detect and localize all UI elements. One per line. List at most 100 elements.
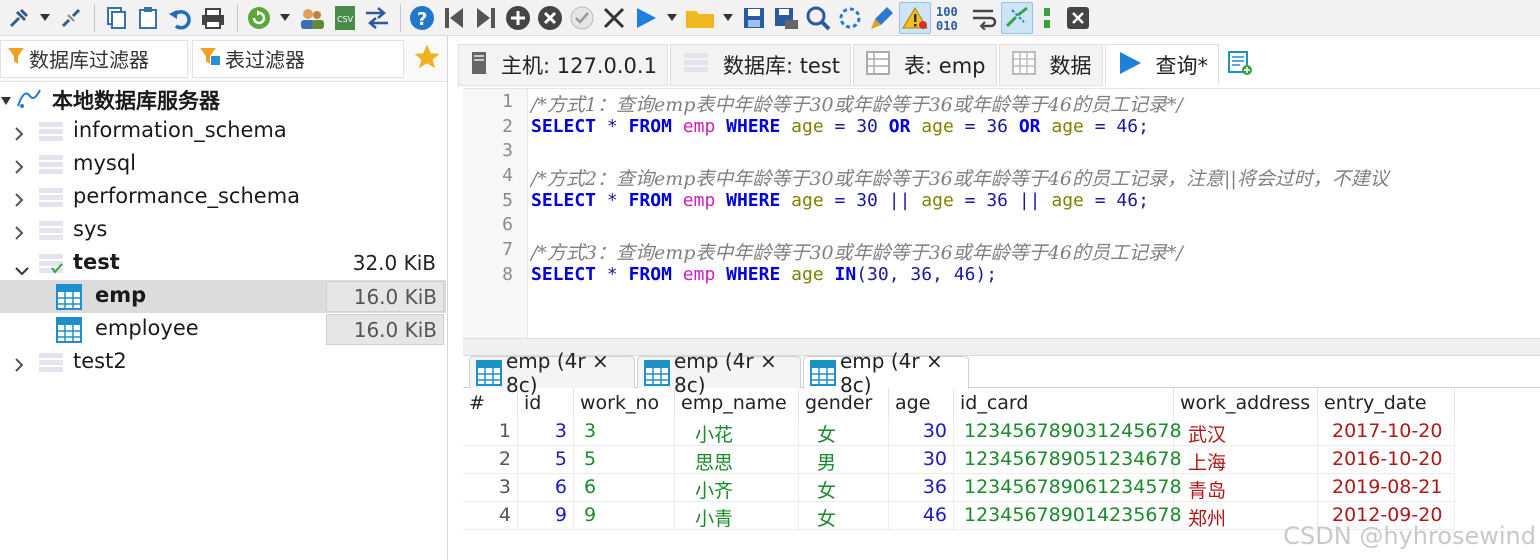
tree-db-test2[interactable]: test2 — [0, 346, 446, 379]
grid-cell-age[interactable]: 46 — [889, 502, 954, 530]
result-tab-3[interactable]: emp (4r × 8c) — [803, 349, 969, 397]
result-tab-2[interactable]: emp (4r × 8c) — [637, 349, 801, 397]
grid-header-age[interactable]: age — [889, 388, 954, 418]
dropdown-arrow-icon[interactable] — [36, 2, 54, 34]
refresh-icon[interactable] — [244, 2, 274, 34]
grid-row-number[interactable]: 2 — [463, 446, 518, 474]
tree-db-sys[interactable]: sys — [0, 214, 446, 247]
save-as-icon[interactable] — [771, 2, 801, 34]
grid-cell-entry-date[interactable]: 2016-10-20 — [1318, 446, 1455, 474]
grid-row-number[interactable]: 1 — [463, 418, 518, 446]
grid-cell-work-address[interactable]: 武汉 — [1174, 418, 1318, 446]
cancel-icon[interactable] — [599, 2, 629, 34]
grid-cell-gender[interactable]: 女 — [799, 418, 889, 446]
tree-db-information-schema[interactable]: information_schema — [0, 115, 446, 148]
grid-cell-id[interactable]: 9 — [518, 502, 574, 530]
grid-cell-gender[interactable]: 男 — [799, 446, 889, 474]
tab-table[interactable]: 表: emp — [853, 44, 997, 86]
format-icon[interactable] — [1035, 2, 1061, 34]
sql-editor[interactable]: 1 2 3 4 5 6 7 8 /*方式1：查询emp表中年龄等于30或年龄等于… — [463, 88, 1540, 339]
chevron-down-icon[interactable] — [14, 257, 30, 281]
database-filter-input[interactable]: 数据库过滤器 — [0, 39, 188, 78]
tab-database[interactable]: 数据库: test — [669, 44, 852, 86]
grid-header-work-no[interactable]: work_no — [574, 388, 675, 418]
grid-cell-age[interactable]: 30 — [889, 446, 954, 474]
grid-cell-id-card[interactable]: 123456789051234678 — [954, 446, 1182, 474]
disconnect-icon[interactable] — [56, 2, 86, 34]
grid-header-work-address[interactable]: work_address — [1174, 388, 1318, 418]
copy-icon[interactable] — [101, 2, 131, 34]
grid-cell-id[interactable]: 5 — [518, 446, 574, 474]
grid-cell-gender[interactable]: 女 — [799, 474, 889, 502]
grid-cell-emp-name[interactable]: 小花 — [675, 418, 799, 446]
result-tab-1[interactable]: emp (4r × 8c) — [469, 349, 635, 397]
sync-icon[interactable] — [362, 2, 392, 34]
grid-cell-id[interactable]: 3 — [518, 418, 574, 446]
tree-table-employee[interactable]: employee 16.0 KiB — [0, 313, 446, 346]
warning-icon[interactable] — [899, 1, 931, 34]
chevron-right-icon[interactable] — [14, 222, 24, 246]
dropdown-arrow-icon[interactable] — [276, 2, 294, 34]
expand-arrow-icon[interactable] — [0, 90, 12, 114]
undo-icon[interactable] — [165, 2, 195, 34]
help-icon[interactable]: ? — [407, 2, 437, 34]
user-manager-icon[interactable] — [296, 2, 328, 34]
grid-header-emp-name[interactable]: emp_name — [675, 388, 799, 418]
grid-cell-id-card[interactable]: 123456789014235678 — [954, 502, 1182, 530]
grid-cell-work-no[interactable]: 3 — [574, 418, 675, 446]
new-query-tab-button[interactable] — [1221, 44, 1259, 86]
tree-db-test[interactable]: test 32.0 KiB — [0, 247, 446, 280]
last-icon[interactable] — [471, 2, 501, 34]
csv-icon[interactable]: CSV — [330, 2, 360, 34]
chevron-right-icon[interactable] — [14, 156, 24, 180]
favorite-star-icon[interactable] — [412, 42, 442, 76]
clear-icon[interactable] — [867, 2, 897, 34]
chevron-right-icon[interactable] — [14, 123, 24, 147]
execute-icon[interactable] — [631, 2, 661, 34]
check-icon[interactable] — [567, 2, 597, 34]
grid-row-number[interactable]: 3 — [463, 474, 518, 502]
dropdown-arrow-icon[interactable] — [719, 2, 737, 34]
grid-cell-work-no[interactable]: 5 — [574, 446, 675, 474]
dropdown-arrow-icon[interactable] — [663, 2, 681, 34]
tree-table-emp[interactable]: emp 16.0 KiB — [0, 280, 446, 313]
first-icon[interactable] — [439, 2, 469, 34]
grid-cell-gender[interactable]: 女 — [799, 502, 889, 530]
grid-cell-work-address[interactable]: 上海 — [1174, 446, 1318, 474]
tab-query[interactable]: 查询* — [1104, 44, 1220, 86]
binary-icon[interactable]: 100 010 — [933, 2, 967, 34]
grid-cell-work-address[interactable]: 青岛 — [1174, 474, 1318, 502]
grid-header-id[interactable]: id — [518, 388, 574, 418]
tab-data[interactable]: 数据 — [998, 44, 1103, 86]
connect-icon[interactable] — [4, 2, 34, 34]
grid-header-gender[interactable]: gender — [799, 388, 889, 418]
chevron-right-icon[interactable] — [14, 354, 24, 378]
tree-db-performance-schema[interactable]: performance_schema — [0, 181, 446, 214]
grid-header-entry-date[interactable]: entry_date — [1318, 388, 1455, 418]
search-icon[interactable] — [803, 2, 833, 34]
link-icon[interactable] — [1001, 1, 1033, 34]
grid-cell-id-card[interactable]: 123456789031245678 — [954, 418, 1182, 446]
tab-host[interactable]: 主机: 127.0.0.1 — [458, 44, 668, 86]
grid-cell-id[interactable]: 6 — [518, 474, 574, 502]
table-filter-input[interactable]: 表过滤器 — [192, 39, 404, 78]
grid-cell-entry-date[interactable]: 2019-08-21 — [1318, 474, 1455, 502]
paste-icon[interactable] — [133, 2, 163, 34]
word-wrap-icon[interactable] — [969, 2, 999, 34]
grid-header-rownum[interactable]: # — [463, 388, 518, 418]
close-icon[interactable] — [1063, 2, 1093, 34]
grid-cell-emp-name[interactable]: 小青 — [675, 502, 799, 530]
grid-cell-age[interactable]: 30 — [889, 418, 954, 446]
save-icon[interactable] — [739, 2, 769, 34]
grid-cell-id-card[interactable]: 123456789061234578 — [954, 474, 1182, 502]
grid-cell-emp-name[interactable]: 小齐 — [675, 474, 799, 502]
grid-cell-entry-date[interactable]: 2017-10-20 — [1318, 418, 1455, 446]
refresh-query-icon[interactable] — [835, 2, 865, 34]
grid-cell-work-no[interactable]: 9 — [574, 502, 675, 530]
remove-icon[interactable] — [535, 2, 565, 34]
grid-cell-emp-name[interactable]: 思思 — [675, 446, 799, 474]
add-icon[interactable] — [503, 2, 533, 34]
grid-cell-age[interactable]: 36 — [889, 474, 954, 502]
tree-db-mysql[interactable]: mysql — [0, 148, 446, 181]
folder-icon[interactable] — [683, 2, 717, 34]
